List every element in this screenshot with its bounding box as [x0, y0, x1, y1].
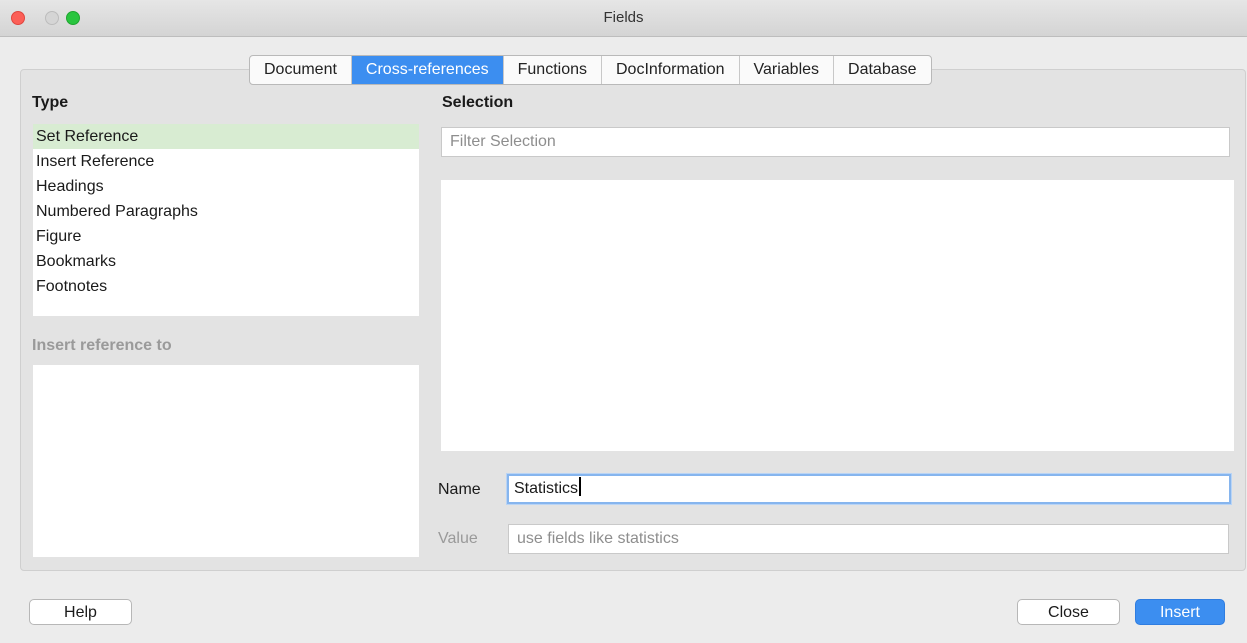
tab-docinformation[interactable]: DocInformation — [602, 56, 740, 84]
type-item-figure[interactable]: Figure — [33, 224, 419, 249]
tab-functions[interactable]: Functions — [504, 56, 602, 84]
tab-database[interactable]: Database — [834, 56, 931, 84]
tab-variables[interactable]: Variables — [740, 56, 835, 84]
window-title: Fields — [603, 9, 644, 26]
title-bar: Fields — [0, 0, 1247, 37]
value-label: Value — [438, 530, 478, 547]
tab-cross-references[interactable]: Cross-references — [351, 56, 504, 84]
help-button[interactable]: Help — [29, 599, 132, 625]
insert-reference-list[interactable] — [33, 365, 419, 557]
type-item-insert-reference[interactable]: Insert Reference — [33, 149, 419, 174]
name-input-value: Statistics — [514, 480, 579, 497]
type-list[interactable]: Set Reference Insert Reference Headings … — [33, 124, 419, 316]
selection-label: Selection — [442, 94, 514, 111]
selection-list[interactable] — [441, 180, 1234, 451]
name-input[interactable]: Statistics — [507, 474, 1231, 504]
type-label: Type — [32, 94, 69, 111]
text-caret — [579, 477, 582, 496]
value-input[interactable]: use fields like statistics — [508, 524, 1229, 554]
type-item-footnotes[interactable]: Footnotes — [33, 274, 419, 299]
tab-strip: Document Cross-references Functions DocI… — [249, 55, 932, 85]
type-item-bookmarks[interactable]: Bookmarks — [33, 249, 419, 274]
insert-reference-to-label: Insert reference to — [32, 337, 172, 354]
type-item-numbered-paragraphs[interactable]: Numbered Paragraphs — [33, 199, 419, 224]
type-item-headings[interactable]: Headings — [33, 174, 419, 199]
type-item-set-reference[interactable]: Set Reference — [33, 124, 419, 149]
filter-selection-input[interactable]: Filter Selection — [441, 127, 1230, 157]
fields-dialog: Fields Document Cross-references Functio… — [0, 0, 1247, 643]
tab-document[interactable]: Document — [250, 56, 352, 84]
close-button[interactable]: Close — [1017, 599, 1120, 625]
insert-button[interactable]: Insert — [1135, 599, 1225, 625]
name-label: Name — [438, 481, 481, 498]
